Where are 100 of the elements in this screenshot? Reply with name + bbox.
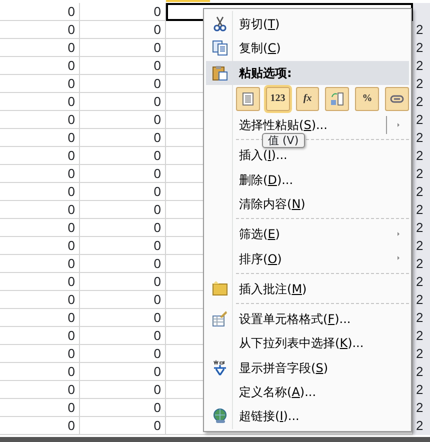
table-cell: 2	[413, 93, 430, 111]
table-cell: 2	[413, 399, 430, 417]
table-cell: 0	[0, 57, 80, 75]
menu-item[interactable]: 设置单元格格式(F)...	[206, 306, 409, 332]
table-cell: 0	[0, 147, 80, 165]
table-cell: 0	[0, 327, 80, 345]
table-cell: 2	[413, 39, 430, 57]
table-cell: 0	[0, 183, 80, 201]
format-cells-icon	[212, 311, 228, 328]
phonetic-icon	[212, 360, 228, 376]
table-cell: 0	[80, 309, 166, 327]
table-cell: 0	[80, 21, 166, 39]
table-cell: 2	[413, 327, 430, 345]
table-cell: 0	[0, 237, 80, 255]
table-cell: 0	[80, 183, 166, 201]
table-cell: 0	[80, 147, 166, 165]
table-cell: 0	[0, 111, 80, 129]
table-cell: 0	[0, 3, 80, 21]
table-cell: 2	[413, 309, 430, 327]
table-cell	[413, 3, 430, 21]
table-cell: 0	[0, 381, 80, 399]
table-cell: 0	[80, 291, 166, 309]
table-cell: 0	[0, 363, 80, 381]
table-cell: 2	[413, 237, 430, 255]
table-cell: 2	[413, 21, 430, 39]
note-icon	[212, 280, 228, 297]
menu-item[interactable]: 超链接(I)...	[206, 404, 409, 428]
table-cell: 0	[0, 39, 80, 57]
table-cell: 0	[0, 219, 80, 237]
paste-option-button[interactable]: 123	[266, 86, 290, 111]
table-cell: 2	[413, 75, 430, 93]
table-cell: 2	[413, 57, 430, 75]
transpose-icon	[329, 90, 346, 107]
menu-item[interactable]: 复制(C)	[206, 36, 409, 61]
scissors-icon	[212, 16, 228, 32]
table-cell: 0	[0, 129, 80, 147]
table-cell: 0	[80, 219, 166, 237]
menu-item[interactable]: 定义名称(A)...	[206, 380, 409, 404]
table-cell: 0	[0, 291, 80, 309]
table-cell: 0	[0, 417, 80, 435]
table-cell: 2	[413, 345, 430, 363]
table-cell: 0	[80, 327, 166, 345]
table-cell: 0	[80, 381, 166, 399]
copy-icon	[212, 40, 228, 56]
table-cell: 0	[80, 3, 166, 21]
globe-icon	[212, 408, 228, 424]
table-cell: 0	[0, 75, 80, 93]
table-cell: 2	[413, 129, 430, 147]
table-cell: 2	[413, 417, 430, 435]
paste-option-button[interactable]	[325, 86, 350, 111]
table-cell: 0	[80, 255, 166, 273]
table-cell: 2	[413, 273, 430, 291]
paste-option-button[interactable]	[385, 86, 409, 111]
table-cell: 0	[0, 399, 80, 417]
table-cell: 0	[80, 39, 166, 57]
table-cell: 0	[80, 345, 166, 363]
table-cell: 0	[80, 129, 166, 147]
table-cell: 2	[413, 147, 430, 165]
page-icon	[240, 90, 256, 107]
table-cell: 2	[413, 255, 430, 273]
table-cell: 2	[413, 291, 430, 309]
paste-option-button[interactable]: %	[355, 86, 380, 111]
table-cell: 0	[0, 273, 80, 291]
section-header: 粘贴选项:	[238, 64, 292, 82]
table-cell: 0	[0, 345, 80, 363]
table-cell: 0	[80, 417, 166, 435]
table-cell: 0	[80, 165, 166, 183]
clipboard-icon	[212, 64, 228, 81]
menu-item[interactable]: 筛选(E)	[206, 222, 409, 246]
table-cell: 2	[413, 201, 430, 219]
table-cell: 0	[80, 399, 166, 417]
table-cell: 0	[80, 57, 166, 75]
table-cell: 0	[80, 111, 166, 129]
table-cell: 0	[0, 255, 80, 273]
table-cell: 0	[0, 165, 80, 183]
table-cell: 0	[80, 237, 166, 255]
table-cell: 2	[413, 363, 430, 381]
table-cell: 0	[0, 309, 80, 327]
table-cell: 0	[80, 273, 166, 291]
menu-item[interactable]: 清除内容(N)	[206, 192, 409, 216]
table-cell: 2	[413, 183, 430, 201]
table-cell: 2	[413, 219, 430, 237]
table-cell: 0	[0, 21, 80, 39]
menu-item[interactable]: 删除(D)...	[206, 167, 409, 192]
paste-option-button[interactable]	[236, 86, 260, 111]
table-cell: 0	[80, 363, 166, 381]
menu-item[interactable]: 排序(O)	[206, 246, 409, 271]
table-cell: 2	[413, 165, 430, 183]
table-cell: 2	[413, 111, 430, 129]
table-cell: 2	[413, 381, 430, 399]
paste-option-button[interactable]: fx	[296, 86, 320, 111]
table-cell: 0	[0, 93, 80, 111]
table-cell: 0	[0, 201, 80, 219]
menu-item[interactable]: 从下拉列表中选择(K)...	[206, 331, 409, 356]
table-cell: 0	[80, 93, 166, 111]
tooltip: 值 (V)	[262, 133, 305, 148]
menu-item[interactable]: 剪切(T)	[206, 12, 409, 36]
menu-item[interactable]: 插入批注(M)	[206, 276, 409, 301]
table-cell: 0	[80, 75, 166, 93]
menu-item[interactable]: 显示拼音字段(S)	[206, 356, 409, 380]
